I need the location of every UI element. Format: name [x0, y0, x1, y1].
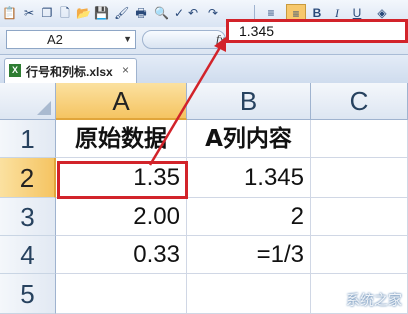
cell-a3[interactable]: 2.00 [56, 198, 187, 236]
cell-c1[interactable] [311, 120, 408, 158]
workbook-tab[interactable]: X 行号和列标.xlsx × [4, 58, 137, 83]
cell-c3[interactable] [311, 198, 408, 236]
save-icon[interactable]: 💾 [94, 4, 109, 22]
paste-icon[interactable]: 📋 [2, 4, 17, 22]
row-header-4[interactable]: 4 [0, 236, 56, 274]
cell-c4[interactable] [311, 236, 408, 274]
undo-icon[interactable]: ↶ [186, 4, 200, 22]
cell-b4[interactable]: =1/3 [187, 236, 311, 274]
formula-bar-divider [142, 30, 226, 49]
column-header-b[interactable]: B [187, 83, 311, 120]
print-preview-icon[interactable]: 🔍 [154, 4, 169, 22]
row-header-5[interactable]: 5 [0, 274, 56, 314]
selected-cell-highlight [57, 161, 188, 199]
chevron-down-icon[interactable]: ▼ [123, 31, 132, 48]
name-box[interactable]: A2 ▼ [6, 30, 136, 49]
column-header-a[interactable]: A [56, 83, 187, 120]
cell-b3[interactable]: 2 [187, 198, 311, 236]
close-icon[interactable]: × [122, 63, 129, 77]
select-all-triangle-icon [37, 101, 51, 115]
cell-b1[interactable]: A列内容 [187, 120, 311, 158]
format-painter-icon[interactable]: 🖌 [114, 4, 129, 22]
copy-icon[interactable]: ❐ [40, 4, 54, 22]
select-all-button[interactable] [0, 83, 56, 120]
workbook-name: 行号和列标.xlsx [26, 65, 113, 79]
excel-file-icon: X [9, 64, 21, 77]
cell-a4[interactable]: 0.33 [56, 236, 187, 274]
watermark: 系统之家 [346, 293, 402, 309]
cell-a1[interactable]: 原始数据 [56, 120, 187, 158]
print-icon[interactable]: 🖶 [134, 4, 148, 22]
spellcheck-icon[interactable]: ✓ [172, 4, 186, 22]
new-doc-icon[interactable]: 🗋 [58, 4, 72, 22]
insert-function-button[interactable]: fx [216, 32, 225, 47]
cell-a5[interactable] [56, 274, 187, 314]
row-header-1[interactable]: 1 [0, 120, 56, 158]
open-icon[interactable]: 📂 [76, 4, 91, 22]
column-header-c[interactable]: C [311, 83, 408, 120]
cut-icon[interactable]: ✂ [22, 4, 36, 22]
redo-icon[interactable]: ↷ [206, 4, 220, 22]
cell-c2[interactable] [311, 158, 408, 198]
cell-b5[interactable] [187, 274, 311, 314]
row-header-2[interactable]: 2 [0, 158, 56, 198]
workbook-tab-strip: X 行号和列标.xlsx × [0, 55, 408, 84]
formula-input[interactable]: 1.345 [226, 19, 408, 43]
row-header-3[interactable]: 3 [0, 198, 56, 236]
name-box-value: A2 [47, 32, 63, 47]
cell-b2[interactable]: 1.345 [187, 158, 311, 198]
